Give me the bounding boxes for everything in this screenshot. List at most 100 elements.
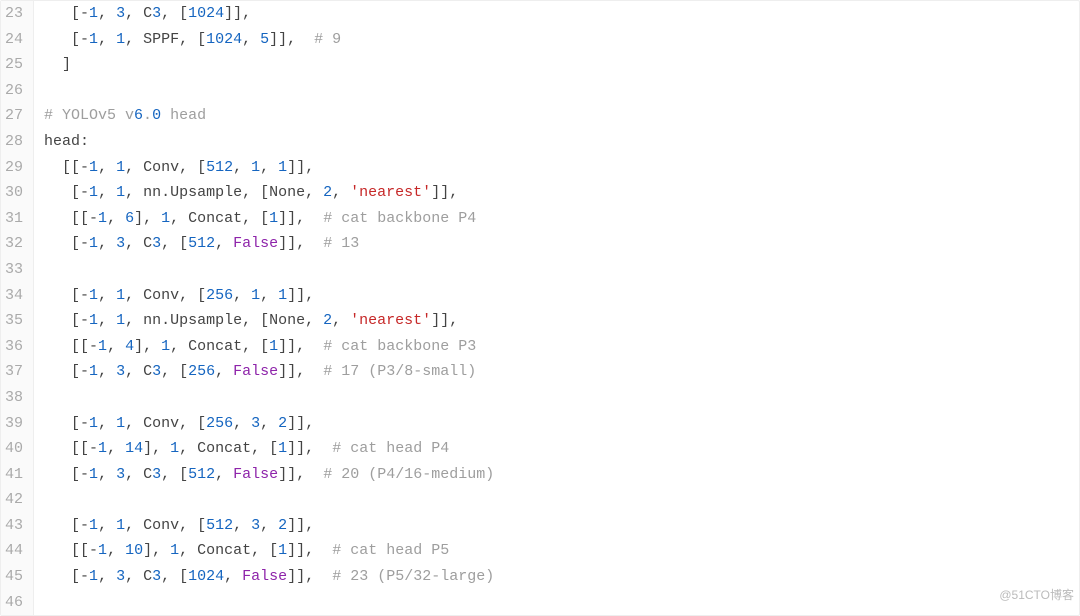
token-n: 1 [161, 338, 170, 355]
code-line: [[-1, 6], 1, Concat, [1]], # cat backbon… [44, 206, 494, 232]
line-number: 37 [5, 359, 27, 385]
token-pl: , C [125, 235, 152, 252]
token-pl: , C [125, 5, 152, 22]
token-pl: ]], [287, 287, 314, 304]
line-number: 43 [5, 513, 27, 539]
token-bool: False [233, 235, 278, 252]
code-line [44, 487, 494, 513]
token-pl: , [ [161, 363, 188, 380]
token-pl: , Conv, [ [125, 287, 206, 304]
token-pl: , [215, 466, 233, 483]
token-pl: [- [71, 363, 89, 380]
line-number: 46 [5, 590, 27, 616]
code-line: head: [44, 129, 494, 155]
token-cm: # cat head P4 [332, 440, 449, 457]
line-number: 35 [5, 308, 27, 334]
token-n: 512 [188, 466, 215, 483]
token-pl: [- [71, 31, 89, 48]
watermark: @51CTO博客 [999, 583, 1074, 609]
token-n: 3 [152, 568, 161, 585]
token-pl: , nn.Upsample, [None, [125, 312, 323, 329]
token-pl: [- [71, 466, 89, 483]
code-line: [-1, 3, C3, [1024]], [44, 1, 494, 27]
token-pl: ]], [278, 235, 323, 252]
token-pl: ]], [278, 338, 323, 355]
token-n: 3 [152, 5, 161, 22]
source-code: [-1, 3, C3, [1024]], [-1, 1, SPPF, [1024… [34, 1, 494, 615]
token-n: 1024 [188, 5, 224, 22]
token-n: 1 [116, 159, 125, 176]
code-block: 2324252627282930313233343536373839404142… [0, 0, 1080, 616]
token-n: 1 [116, 184, 125, 201]
token-cm: # cat backbone P4 [323, 210, 476, 227]
token-n: 2 [323, 312, 332, 329]
token-pl: , [107, 338, 125, 355]
token-pl: [[- [71, 440, 98, 457]
code-line: [-1, 1, SPPF, [1024, 5]], # 9 [44, 27, 494, 53]
token-cm: # 23 (P5/32-large) [332, 568, 494, 585]
line-number: 29 [5, 155, 27, 181]
token-pl: [- [71, 287, 89, 304]
line-number: 42 [5, 487, 27, 513]
code-line: [[-1, 1, Conv, [512, 1, 1]], [44, 155, 494, 181]
token-n: 3 [152, 363, 161, 380]
line-number: 34 [5, 283, 27, 309]
token-pl: ]], [431, 312, 458, 329]
token-n: 1 [116, 415, 125, 432]
token-pl: , [98, 312, 116, 329]
token-n: 512 [206, 517, 233, 534]
token-pl: [[- [71, 542, 98, 559]
line-number: 31 [5, 206, 27, 232]
token-pl: ]], [269, 31, 314, 48]
code-line: [[-1, 14], 1, Concat, [1]], # cat head P… [44, 436, 494, 462]
token-n: 3 [116, 568, 125, 585]
token-n: 2 [323, 184, 332, 201]
token-n: 1 [161, 210, 170, 227]
code-line: [-1, 3, C3, [1024, False]], # 23 (P5/32-… [44, 564, 494, 590]
token-pl: , Conv, [ [125, 415, 206, 432]
line-number: 45 [5, 564, 27, 590]
token-pl: , [332, 312, 350, 329]
token-n: 1 [89, 5, 98, 22]
token-n: 256 [188, 363, 215, 380]
code-line: [-1, 3, C3, [512, False]], # 13 [44, 231, 494, 257]
token-n: 1 [116, 287, 125, 304]
token-pl: ]], [278, 466, 323, 483]
code-line: # YOLOv5 v6.0 head [44, 103, 494, 129]
token-cm: # YOLOv5 v [44, 107, 134, 124]
token-n: 6 [125, 210, 134, 227]
token-pl: ] [62, 56, 71, 73]
token-n: 1 [98, 440, 107, 457]
token-bool: False [233, 466, 278, 483]
token-n: 1 [89, 287, 98, 304]
token-cm: # 9 [314, 31, 341, 48]
token-pl: ]], [287, 440, 332, 457]
token-n: 1 [251, 159, 260, 176]
token-pl: [- [71, 517, 89, 534]
line-number: 38 [5, 385, 27, 411]
token-pl: , Concat, [ [179, 440, 278, 457]
code-line: [[-1, 10], 1, Concat, [1]], # cat head P… [44, 538, 494, 564]
token-pl: ], [143, 542, 170, 559]
token-pl: ]], [287, 159, 314, 176]
token-n: 1024 [188, 568, 224, 585]
token-pl: [[- [71, 210, 98, 227]
token-n: 1 [278, 440, 287, 457]
token-pl: , [215, 235, 233, 252]
token-pl: , C [125, 466, 152, 483]
token-pl: , [ [161, 568, 188, 585]
token-pl: , [ [161, 466, 188, 483]
token-pl: , [260, 415, 278, 432]
token-n: 256 [206, 415, 233, 432]
token-n: 1 [89, 415, 98, 432]
token-n: 1 [89, 235, 98, 252]
token-pl: , nn.Upsample, [None, [125, 184, 323, 201]
token-pl: [- [71, 235, 89, 252]
token-n: 3 [251, 415, 260, 432]
token-pl: ]], [287, 568, 332, 585]
line-number: 26 [5, 78, 27, 104]
token-pl: , [98, 287, 116, 304]
token-n: 1 [116, 517, 125, 534]
token-pl: ]], [224, 5, 251, 22]
line-number: 23 [5, 1, 27, 27]
